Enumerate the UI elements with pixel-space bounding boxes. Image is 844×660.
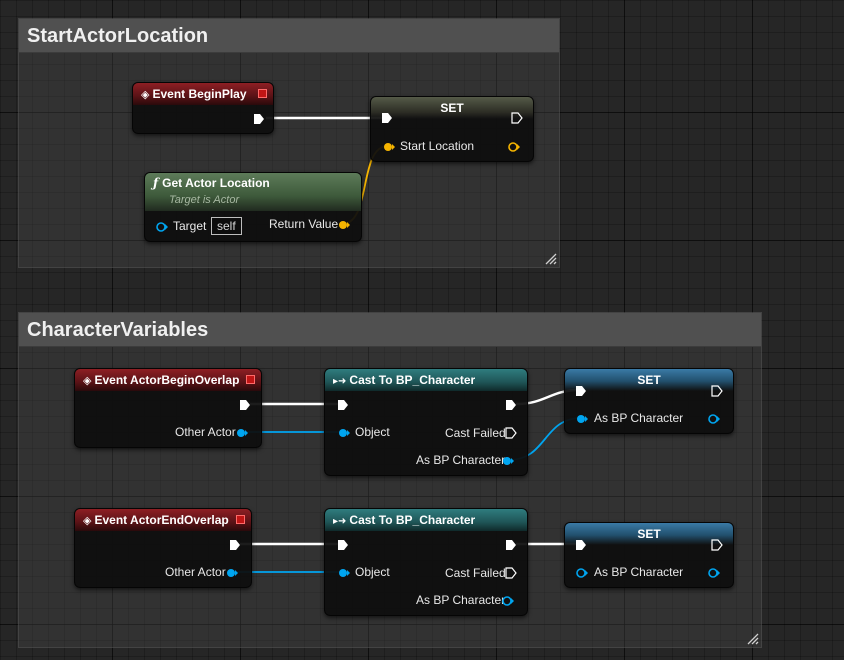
node-header: SET [371,97,533,119]
exec-out-pin-icon[interactable] [229,539,241,551]
exec-out-pin-icon[interactable] [711,385,723,397]
target-default-input[interactable]: self [211,217,242,235]
vector-out-pin-icon[interactable] [337,219,351,231]
node-set-as-bp-character[interactable]: SET As BP Character [564,522,734,588]
node-header: ◈ Event BeginPlay [133,83,273,105]
event-diamond-icon: ◈ [83,375,92,387]
event-diamond-icon: ◈ [83,515,92,527]
exec-out-pin-icon[interactable] [711,539,723,551]
node-cast-to-bp-character[interactable]: ▸➜ Cast To BP_Character Object Cast Faile… [324,368,528,476]
pin-label-cast-failed: Cast Failed [445,426,506,440]
node-title: Get Actor Location [162,176,270,190]
function-icon: ƒ [153,176,159,190]
object-out-pin-icon[interactable] [501,595,515,607]
object-in-pin-icon[interactable] [575,567,589,579]
object-in-pin-icon[interactable] [337,427,351,439]
exec-out-pin-icon[interactable] [505,399,517,411]
node-set-as-bp-character[interactable]: SET As BP Character [564,368,734,434]
exec-out-pin-icon[interactable] [253,113,265,125]
pin-label-object: Object [355,425,390,439]
exec-in-pin-icon[interactable] [575,385,587,397]
exec-in-pin-icon[interactable] [337,399,349,411]
object-out-pin-icon[interactable] [707,413,721,425]
pin-label-as-bp-character: As BP Character [416,593,506,607]
pin-label-other-actor: Other Actor [165,565,226,579]
object-in-pin-icon[interactable] [155,221,169,233]
pin-label-target: Target [173,219,207,233]
pin-label-as-bp-character: As BP Character [416,453,506,467]
exec-out-pin-icon[interactable] [505,539,517,551]
node-get-actor-location[interactable]: ƒ Get Actor Location Target is Actor Targ… [144,172,362,242]
node-set-start-location[interactable]: SET Start Location [370,96,534,162]
object-out-pin-icon[interactable] [235,427,249,439]
node-title: Cast To BP_Character [349,513,476,527]
object-out-pin-icon[interactable] [225,567,239,579]
cast-icon: ▸➜ [333,516,347,527]
object-in-pin-icon[interactable] [575,413,589,425]
node-event-actor-begin-overlap[interactable]: ◈ Event ActorBeginOverlap Other Actor [74,368,262,448]
object-out-pin-icon[interactable] [501,455,515,467]
node-header: SET [565,369,733,391]
pin-label-as-bp-character: As BP Character [594,411,684,425]
pin-label-cast-failed: Cast Failed [445,566,506,580]
pin-label-return-value: Return Value [269,217,339,231]
delegate-pin-icon[interactable] [246,375,255,384]
cast-icon: ▸➜ [333,376,347,387]
node-header: ◈ Event ActorBeginOverlap [75,369,261,391]
event-diamond-icon: ◈ [141,89,150,101]
node-event-begin-play[interactable]: ◈ Event BeginPlay [132,82,274,134]
exec-in-pin-icon[interactable] [337,539,349,551]
node-header: ▸➜ Cast To BP_Character [325,369,527,391]
node-subtitle: Target is Actor [169,194,240,206]
node-title: Event BeginPlay [152,87,247,101]
pin-label-as-bp-character: As BP Character [594,565,684,579]
object-in-pin-icon[interactable] [337,567,351,579]
vector-out-pin-icon[interactable] [507,141,521,153]
delegate-pin-icon[interactable] [258,89,267,98]
exec-out-pin-icon[interactable] [511,112,523,124]
pin-label-object: Object [355,565,390,579]
pin-label-other-actor: Other Actor [175,425,236,439]
pin-label-start-location: Start Location [400,139,475,153]
vector-in-pin-icon[interactable] [383,141,395,153]
exec-out-pin-icon[interactable] [239,399,251,411]
exec-in-pin-icon[interactable] [575,539,587,551]
object-out-pin-icon[interactable] [707,567,721,579]
node-title: Event ActorEndOverlap [94,513,229,527]
exec-out-pin-icon[interactable] [505,427,517,439]
node-title: Event ActorBeginOverlap [94,373,240,387]
node-header: ▸➜ Cast To BP_Character [325,509,527,531]
delegate-pin-icon[interactable] [236,515,245,524]
node-event-actor-end-overlap[interactable]: ◈ Event ActorEndOverlap Other Actor [74,508,252,588]
node-cast-to-bp-character[interactable]: ▸➜ Cast To BP_Character Object Cast Faile… [324,508,528,616]
node-header: ƒ Get Actor Location Target is Actor [145,173,361,211]
node-title: Cast To BP_Character [349,373,476,387]
node-header: ◈ Event ActorEndOverlap [75,509,251,531]
exec-in-pin-icon[interactable] [381,112,393,124]
exec-out-pin-icon[interactable] [505,567,517,579]
node-header: SET [565,523,733,545]
